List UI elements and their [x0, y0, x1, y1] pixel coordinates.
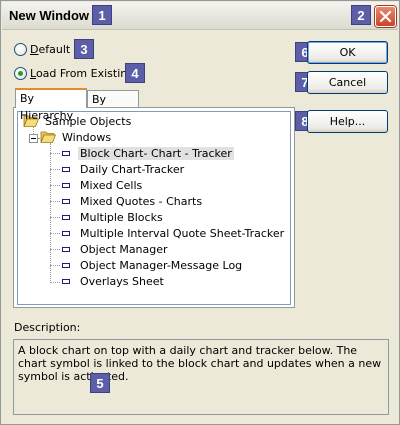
title-bar[interactable]: New Window: [2, 2, 398, 30]
close-button[interactable]: [375, 6, 396, 27]
default-option-label: Default: [30, 42, 71, 56]
tree-item[interactable]: Mixed Quotes - Charts: [62, 193, 204, 209]
callout-badge-3: 3: [74, 39, 94, 59]
tree-item-label: Mixed Quotes - Charts: [80, 194, 203, 208]
callout-badge-5: 5: [90, 373, 110, 393]
tree-connector: [50, 233, 60, 234]
tree-connector: [50, 201, 60, 202]
tree-connector: [50, 265, 60, 266]
tree-item[interactable]: Overlays Sheet: [62, 273, 166, 289]
window-icon: [62, 262, 70, 268]
tree-item[interactable]: Daily Chart-Tracker: [62, 161, 186, 177]
tree-item[interactable]: Object Manager-Message Log: [62, 257, 244, 273]
tree-folder-label: Windows: [62, 130, 112, 144]
window-icon: [62, 246, 70, 252]
tree-item[interactable]: Multiple Interval Quote Sheet-Tracker: [62, 225, 286, 241]
callout-badge-4: 4: [125, 63, 145, 83]
tree-connector: [50, 249, 60, 250]
tree-item[interactable]: Block Chart- Chart - Tracker: [62, 145, 234, 161]
cancel-button[interactable]: Cancel: [307, 71, 388, 94]
window-icon: [62, 230, 70, 236]
close-icon: [379, 10, 392, 23]
folder-open-icon: [40, 131, 56, 143]
callout-badge-2: 2: [351, 5, 371, 25]
load-from-existing-radio[interactable]: [14, 66, 27, 80]
load-from-existing-option[interactable]: Load From Existing: [14, 65, 134, 81]
tree-item-label: Daily Chart-Tracker: [80, 162, 185, 176]
window-title: New Window: [9, 8, 90, 23]
window-icon: [62, 150, 70, 156]
help-button[interactable]: Help...: [307, 110, 388, 133]
tree-item[interactable]: Mixed Cells: [62, 177, 144, 193]
tree-connector: [50, 143, 51, 283]
tree-item-label: Overlays Sheet: [80, 274, 164, 288]
callout-badge-1: 1: [92, 5, 112, 25]
tree-item-label: Object Manager-Message Log: [80, 258, 243, 272]
tree-item[interactable]: Object Manager: [62, 241, 170, 257]
tree-item-label: Block Chart- Chart - Tracker: [78, 146, 234, 160]
load-from-existing-label: Load From Existing: [30, 66, 135, 80]
tree-item-label: Multiple Interval Quote Sheet-Tracker: [80, 226, 285, 240]
window-icon: [62, 214, 70, 220]
tree-folder-windows[interactable]: Windows: [40, 129, 113, 145]
description-text: A block chart on top with a daily chart …: [18, 344, 382, 383]
collapse-toggle[interactable]: [29, 134, 38, 143]
tree-connector: [50, 282, 60, 283]
window-icon: [62, 182, 70, 188]
tree-connector: [50, 153, 60, 154]
ok-button[interactable]: OK: [307, 41, 388, 64]
tab-by-hierarchy[interactable]: By Hierarchy: [15, 88, 87, 122]
window-icon: [62, 166, 70, 172]
description-label: Description:: [14, 321, 81, 334]
tree-item-label: Object Manager: [80, 242, 168, 256]
tree-item-label: Multiple Blocks: [80, 210, 163, 224]
window-icon: [62, 278, 70, 284]
tree-item-label: Mixed Cells: [80, 178, 143, 192]
tree-connector: [50, 217, 60, 218]
new-window-dialog: New Window 1 2 Default 3 Load From Exist…: [0, 0, 400, 425]
default-radio[interactable]: [14, 42, 27, 56]
tree-connector: [50, 185, 60, 186]
tree-item[interactable]: Multiple Blocks: [62, 209, 165, 225]
tree-connector: [50, 169, 60, 170]
default-option[interactable]: Default: [14, 41, 70, 57]
description-box: A block chart on top with a daily chart …: [13, 339, 389, 415]
window-icon: [62, 198, 70, 204]
